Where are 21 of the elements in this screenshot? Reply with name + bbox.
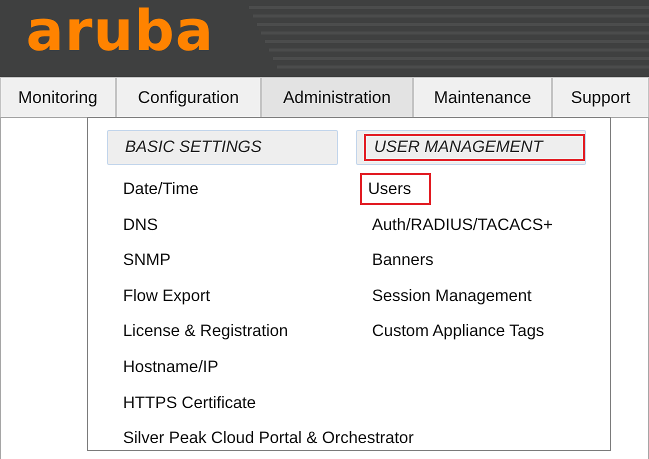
menu-item[interactable]: SNMP [115,246,179,274]
nav-tab[interactable]: Maintenance [412,77,552,117]
section-heading: BASIC SETTINGS [124,137,263,158]
menu-item[interactable]: License & Registration [115,317,296,346]
menu-item[interactable]: Banners [364,246,442,274]
nav-tab[interactable]: Support [552,77,649,117]
section-heading: USER MANAGEMENT [364,134,585,161]
menu-item[interactable]: Session Management [364,282,540,310]
menu-item[interactable]: Custom Appliance Tags [364,317,552,346]
menu-item[interactable]: Date/Time [115,175,206,203]
nav-tab[interactable]: Configuration [116,77,262,117]
menu-item[interactable]: Auth/RADIUS/TACACS+ [364,210,561,239]
menu-item[interactable]: Hostname/IP [115,352,226,381]
nav-tab[interactable]: Monitoring [0,77,116,117]
logo: aruba [26,4,214,60]
menu-item[interactable]: Flow Export [115,282,218,310]
menu-item[interactable]: HTTPS Certificate [115,388,264,417]
menu-item[interactable]: DNS [115,210,166,239]
menu-item[interactable]: Silver Peak Cloud Portal & Orchestrator [115,424,422,452]
menu-item[interactable]: Users [360,173,432,205]
nav-tab[interactable]: Administration [261,77,413,117]
